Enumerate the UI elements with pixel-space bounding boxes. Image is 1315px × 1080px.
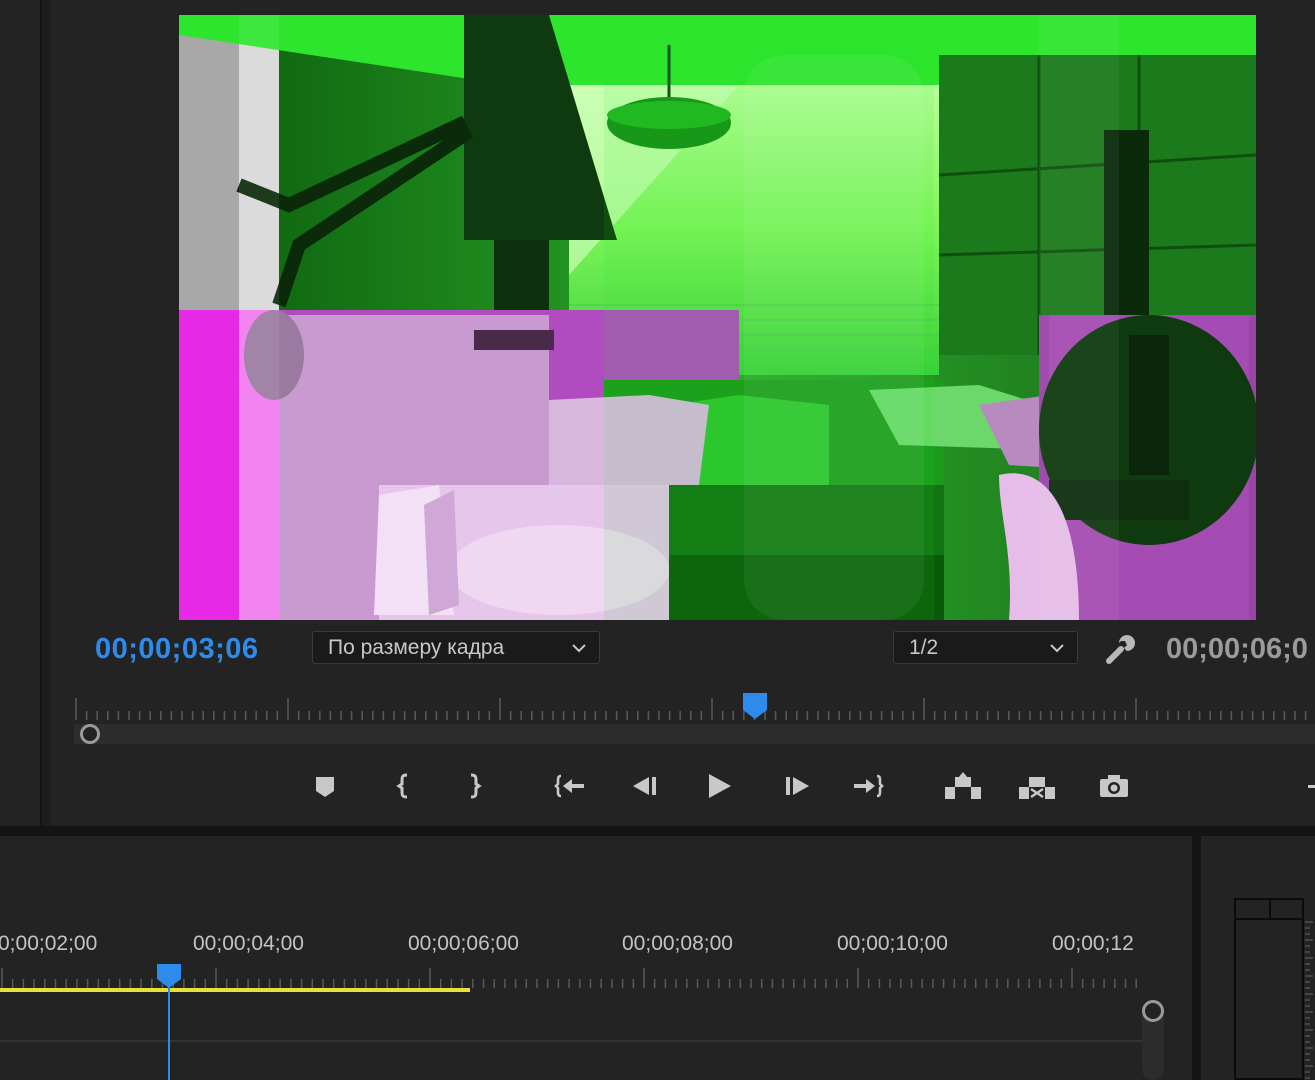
meter-channel-header bbox=[1269, 900, 1304, 920]
timeline-playhead-line[interactable] bbox=[168, 975, 170, 1080]
timeline-ruler-label: 00;00;08;00 bbox=[622, 932, 733, 955]
panel-divider[interactable] bbox=[1192, 836, 1201, 1080]
go-to-in-icon bbox=[554, 774, 584, 798]
play-icon bbox=[709, 774, 731, 798]
timeline-ruler-label: 0;00;02;00 bbox=[0, 932, 98, 955]
mark-out-icon bbox=[470, 773, 482, 799]
step-back-button[interactable] bbox=[627, 768, 663, 804]
playback-resolution-dropdown[interactable]: 1/2 bbox=[893, 631, 1078, 664]
extract-button[interactable] bbox=[1017, 768, 1057, 804]
lift-icon bbox=[945, 772, 981, 799]
chevron-down-icon bbox=[1050, 644, 1064, 653]
play-button[interactable] bbox=[701, 768, 737, 804]
mark-in-button[interactable] bbox=[386, 768, 422, 804]
lift-button[interactable] bbox=[943, 768, 983, 804]
timeline-playhead[interactable] bbox=[156, 963, 182, 989]
mark-in-icon bbox=[396, 773, 408, 799]
timeline-ruler-label: 00;00;04;00 bbox=[193, 932, 304, 955]
duration-timecode: 00;00;06;0 bbox=[1166, 633, 1308, 665]
zoom-level-dropdown[interactable]: По размеру кадра bbox=[312, 631, 600, 664]
add-marker-button[interactable] bbox=[307, 768, 343, 804]
monitor-playhead[interactable] bbox=[742, 692, 768, 720]
current-timecode[interactable]: 00;00;03;06 bbox=[95, 633, 259, 666]
meter-scale bbox=[1305, 921, 1313, 1079]
wrench-icon[interactable] bbox=[1103, 633, 1137, 665]
track-divider bbox=[0, 1040, 1145, 1042]
go-to-in-button[interactable] bbox=[552, 768, 588, 804]
video-frame-image bbox=[179, 15, 1256, 620]
zoom-level-value: По размеру кадра bbox=[328, 636, 505, 659]
monitor-time-ruler[interactable] bbox=[74, 690, 1315, 720]
go-to-out-icon bbox=[854, 774, 884, 798]
camera-icon bbox=[1100, 775, 1128, 797]
more-controls-icon[interactable] bbox=[1308, 785, 1315, 788]
step-back-icon bbox=[633, 777, 656, 795]
playback-resolution-value: 1/2 bbox=[909, 636, 939, 659]
go-to-out-button[interactable] bbox=[850, 768, 886, 804]
extract-icon bbox=[1019, 777, 1055, 799]
meter-channel-header bbox=[1236, 900, 1271, 920]
step-forward-button[interactable] bbox=[779, 768, 815, 804]
meter-body bbox=[1236, 920, 1302, 1080]
timeline-ruler-label: 00;00;12 bbox=[1052, 932, 1134, 955]
chevron-down-icon bbox=[572, 644, 586, 653]
timeline-panel bbox=[0, 836, 1192, 1080]
mark-out-button[interactable] bbox=[456, 768, 492, 804]
export-frame-button[interactable] bbox=[1096, 768, 1132, 804]
timeline-scroll-handle[interactable] bbox=[1142, 1000, 1164, 1022]
marker-icon bbox=[316, 777, 334, 797]
zoom-scroll-handle[interactable] bbox=[80, 724, 100, 744]
work-area-bar[interactable] bbox=[0, 988, 470, 992]
step-forward-icon bbox=[786, 777, 809, 795]
timeline-ruler-label: 00;00;10;00 bbox=[837, 932, 948, 955]
video-preview[interactable] bbox=[179, 15, 1256, 620]
timeline-ruler-label: 00;00;06;00 bbox=[408, 932, 519, 955]
left-panel bbox=[0, 0, 42, 826]
audio-meter bbox=[1234, 898, 1304, 1080]
zoom-scroll-bar[interactable] bbox=[74, 724, 1315, 744]
panel-divider[interactable] bbox=[0, 826, 1315, 836]
